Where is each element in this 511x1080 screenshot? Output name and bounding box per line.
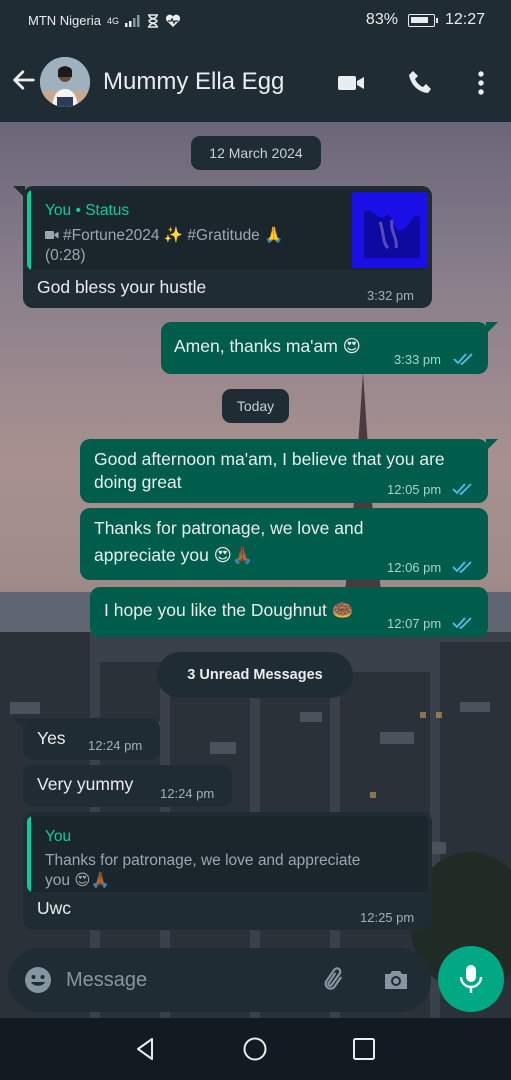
bubble-tail <box>13 186 25 198</box>
quote-text-line: Thanks for patronage, we love and apprec… <box>45 852 361 869</box>
battery-icon <box>407 13 438 27</box>
reply-quote[interactable]: You Thanks for patronage, we love and ap… <box>27 816 428 892</box>
date-separator: 12 March 2024 <box>191 136 321 170</box>
read-ticks-icon <box>452 561 472 574</box>
message-bubble-outgoing[interactable]: Thanks for patronage, we love and apprec… <box>80 508 488 580</box>
clock: 12:27 <box>444 11 485 28</box>
message-text-line: appreciate you 😍🙏🏾 <box>94 545 254 565</box>
network-type: 4G <box>106 15 119 26</box>
date-separator: Today <box>222 389 289 423</box>
bubble-tail <box>13 718 25 730</box>
nav-back-icon[interactable] <box>133 1036 159 1062</box>
bubble-tail <box>486 439 498 451</box>
message-text-line: Good afternoon ma'am, I believe that you… <box>94 449 445 469</box>
message-time: 12:05 pm <box>387 482 442 497</box>
message-bubble-incoming[interactable]: Very yummy 12:24 pm <box>23 765 232 807</box>
camera-icon[interactable] <box>381 965 411 995</box>
back-arrow-icon[interactable] <box>10 66 38 94</box>
message-text: Amen, thanks ma'am 😍 <box>174 336 361 356</box>
message-time: 3:33 pm <box>394 352 441 367</box>
carrier-name: MTN Nigeria <box>28 13 101 28</box>
status-thumbnail <box>352 192 428 268</box>
message-time: 12:06 pm <box>387 560 442 575</box>
contact-name[interactable]: Mummy Ella Egg <box>103 68 284 96</box>
chat-header: Mummy Ella Egg <box>0 44 511 122</box>
message-text: Yes <box>37 728 66 748</box>
contact-avatar[interactable] <box>40 57 90 107</box>
system-nav-bar <box>0 1018 511 1080</box>
video-call-icon[interactable] <box>336 68 366 98</box>
video-status-icon <box>45 231 59 239</box>
message-bubble-incoming[interactable]: Yes 12:24 pm <box>23 718 160 760</box>
status-quote[interactable]: You • Status #Fortune2024 ✨ #Gratitude 🙏… <box>27 190 428 270</box>
health-icon <box>165 14 181 27</box>
message-text-line: Thanks for patronage, we love and <box>94 518 364 538</box>
emoji-icon[interactable] <box>23 965 53 995</box>
status-bar: MTN Nigeria 4G 83% 12:27 <box>0 0 511 44</box>
attach-icon[interactable] <box>319 965 349 995</box>
message-text: Very yummy <box>37 774 134 794</box>
signal-icon <box>124 14 140 27</box>
message-bubble-outgoing[interactable]: I hope you like the Doughnut 🍩 12:07 pm <box>90 587 488 637</box>
read-ticks-icon <box>453 353 473 366</box>
mic-icon <box>459 965 483 993</box>
message-text-line: doing great <box>94 472 182 492</box>
message-text: I hope you like the Doughnut 🍩 <box>104 600 354 620</box>
message-bubble-outgoing[interactable]: Good afternoon ma'am, I believe that you… <box>80 439 488 503</box>
message-input[interactable] <box>66 966 296 994</box>
message-time: 12:07 pm <box>387 616 442 631</box>
quote-text-line: you 😍🙏🏾 <box>45 872 110 889</box>
read-ticks-icon <box>452 483 472 496</box>
message-time: 12:24 pm <box>88 738 143 753</box>
nav-recents-icon[interactable] <box>351 1036 377 1062</box>
carrier-info: MTN Nigeria 4G <box>28 13 181 28</box>
bubble-tail <box>486 322 498 334</box>
message-bubble-outgoing[interactable]: Amen, thanks ma'am 😍 3:33 pm <box>161 322 488 374</box>
message-text: Uwc <box>37 898 72 918</box>
voice-call-icon[interactable] <box>405 68 435 98</box>
quote-author: You <box>45 828 72 845</box>
battery-percent: 83% <box>365 11 398 28</box>
message-time: 12:25 pm <box>360 910 415 925</box>
chat-area[interactable]: 12 March 2024 You • Status #Fortune2024 … <box>0 122 511 1018</box>
status-duration: (0:28) <box>45 247 86 264</box>
more-options-icon[interactable] <box>466 68 496 98</box>
status-caption: #Fortune2024 ✨ #Gratitude 🙏 <box>63 227 284 244</box>
message-bubble-incoming[interactable]: You • Status #Fortune2024 ✨ #Gratitude 🙏… <box>23 186 432 308</box>
message-time: 12:24 pm <box>160 786 215 801</box>
message-text: God bless your hustle <box>37 277 207 297</box>
read-ticks-icon <box>452 617 472 630</box>
message-bubble-incoming[interactable]: You Thanks for patronage, we love and ap… <box>23 812 432 930</box>
quote-author: You • Status <box>45 202 130 219</box>
message-composer <box>8 948 431 1012</box>
nav-home-icon[interactable] <box>242 1036 268 1062</box>
mic-button[interactable] <box>438 946 504 1012</box>
unread-messages-banner: 3 Unread Messages <box>157 652 353 698</box>
message-time: 3:32 pm <box>367 288 414 303</box>
hourglass-icon <box>147 13 158 28</box>
